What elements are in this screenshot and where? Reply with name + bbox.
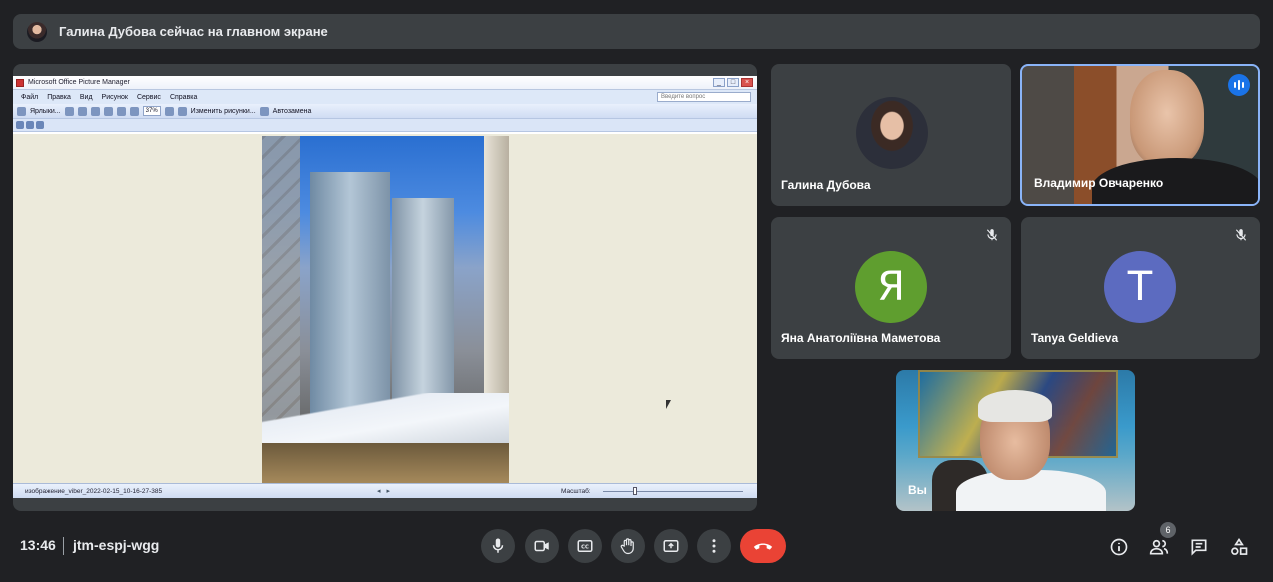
- zoom-slider-track: [603, 491, 743, 492]
- autofix-icon: [259, 106, 269, 116]
- activities-button[interactable]: [1228, 536, 1250, 558]
- menu-view: Вид: [79, 93, 93, 101]
- meeting-code: jtm-espj-wgg: [73, 537, 160, 553]
- paste-icon: [116, 106, 126, 116]
- hang-up-icon: [753, 543, 773, 550]
- avatar-letter: T: [1127, 264, 1153, 310]
- participant-tile-tanya[interactable]: T Tanya Geldieva: [1021, 217, 1260, 359]
- file-name: изображение_viber_2022-02-15_10-16-27-38…: [25, 487, 163, 495]
- shared-window: Microsoft Office Picture Manager _ □ × Ф…: [13, 76, 757, 498]
- zoom-box: 37%: [142, 106, 161, 116]
- present-screen-button[interactable]: [654, 529, 688, 563]
- participant-tile-galina[interactable]: Галина Дубова: [771, 64, 1011, 206]
- menu-picture: Рисунок: [101, 93, 128, 101]
- participant-name: Яна Анатоліївна Маметова: [781, 331, 941, 345]
- view-toolbar: [13, 119, 757, 132]
- people-button[interactable]: [1148, 536, 1170, 558]
- maximize-icon: □: [727, 78, 739, 87]
- avatar-letter: Я: [877, 264, 905, 310]
- toolbar-shortcuts: Ярлыки...: [30, 107, 61, 115]
- meeting-details-button[interactable]: [1108, 536, 1130, 558]
- zoom-slider-knob: [633, 487, 637, 495]
- participant-tile-yana[interactable]: Я Яна Анатоліївна Маметова: [771, 217, 1011, 359]
- shared-window-toolbar: Ярлыки... 37% Изменить рисунки... Автоза…: [13, 104, 757, 119]
- print-icon: [77, 106, 87, 116]
- mic-off-icon: [1235, 229, 1247, 241]
- close-icon: ×: [741, 78, 753, 87]
- toolbar-autofix: Автозамена: [272, 107, 312, 115]
- participant-count-badge: 6: [1160, 522, 1176, 538]
- participant-name: Галина Дубова: [781, 178, 871, 192]
- prev-next-arrows-icon: ◂▸: [377, 488, 397, 495]
- mouse-cursor-icon: [666, 400, 671, 409]
- captions-button[interactable]: CC: [568, 529, 602, 563]
- menu-file: Файл: [21, 93, 39, 101]
- grain-dryer-photo: [262, 136, 509, 483]
- presentation-tile[interactable]: Microsoft Office Picture Manager _ □ × Ф…: [13, 64, 757, 511]
- presenting-banner-text: Галина Дубова сейчас на главном экране: [59, 24, 328, 39]
- toolbar-edit: Изменить рисунки...: [190, 107, 256, 115]
- avatar: T: [1104, 251, 1176, 323]
- participant-tile-vladimir[interactable]: Владимир Овчаренко: [1020, 64, 1260, 206]
- more-vert-icon: [712, 539, 716, 553]
- menu-tools: Сервис: [136, 93, 161, 101]
- chat-button[interactable]: [1188, 536, 1210, 558]
- single-view-icon: [36, 121, 44, 129]
- camera-button[interactable]: [525, 529, 559, 563]
- footer-divider: [63, 537, 64, 555]
- svg-text:CC: CC: [581, 545, 589, 551]
- app-icon: [16, 78, 24, 87]
- avatar: [856, 97, 928, 169]
- shared-window-menubar: Файл Правка Вид Рисунок Сервис Справка В…: [13, 90, 757, 104]
- minimize-icon: _: [713, 78, 725, 87]
- avatar: Я: [855, 251, 927, 323]
- chat-icon: [1191, 539, 1207, 556]
- presenting-banner: Галина Дубова сейчас на главном экране: [13, 14, 1260, 49]
- participant-name: Tanya Geldieva: [1031, 331, 1119, 345]
- hand-icon: [620, 538, 634, 555]
- rotate-icon: [164, 106, 174, 116]
- presenter-avatar: [27, 21, 47, 42]
- shared-window-title: Microsoft Office Picture Manager: [28, 79, 130, 86]
- participant-name: Вы: [908, 483, 927, 497]
- shared-window-titlebar: Microsoft Office Picture Manager _ □ ×: [13, 76, 757, 90]
- activities-shapes-icon: [1231, 537, 1248, 555]
- present-icon: [663, 540, 679, 552]
- thumbnail-view-icon: [16, 121, 24, 129]
- people-icon: [1149, 539, 1169, 555]
- more-options-button[interactable]: [697, 529, 731, 563]
- menu-edit: Правка: [47, 93, 71, 101]
- zoom-label: Масштаб:: [561, 488, 591, 495]
- info-icon: [1110, 538, 1128, 556]
- undo-icon: [129, 106, 139, 116]
- filmstrip-view-icon: [26, 121, 34, 129]
- ask-question-field: Введите вопрос: [657, 92, 751, 102]
- video-camera-icon: [534, 540, 549, 552]
- menu-help: Справка: [169, 93, 198, 101]
- save-icon: [64, 106, 74, 116]
- picture-canvas: [13, 134, 757, 483]
- speaking-indicator-icon: [1228, 74, 1250, 96]
- closed-captions-icon: CC: [577, 540, 593, 552]
- shared-window-statusbar: изображение_viber_2022-02-15_10-16-27-38…: [13, 483, 757, 498]
- meeting-time: 13:46: [20, 537, 56, 553]
- microphone-button[interactable]: [481, 529, 515, 563]
- mic-off-icon: [986, 229, 998, 241]
- shortcuts-icon: [17, 106, 26, 116]
- cut-icon: [90, 106, 100, 116]
- leave-call-button[interactable]: [740, 529, 786, 563]
- participant-name: Владимир Овчаренко: [1034, 176, 1164, 190]
- participant-tile-self[interactable]: Вы: [896, 370, 1135, 511]
- raise-hand-button[interactable]: [611, 529, 645, 563]
- edit-pictures-icon: [177, 106, 187, 116]
- mic-icon: [492, 538, 504, 553]
- copy-icon: [103, 106, 113, 116]
